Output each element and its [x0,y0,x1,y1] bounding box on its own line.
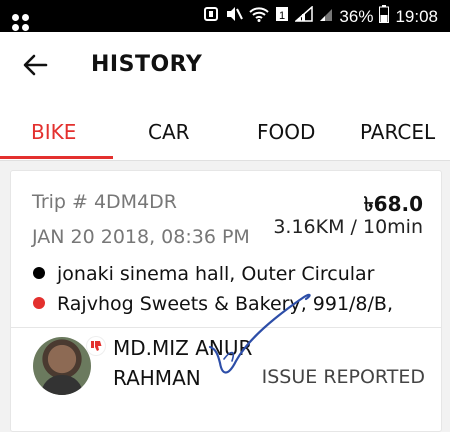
back-arrow-icon[interactable] [20,50,50,80]
signal-icon-2 [319,6,333,27]
apps-grid-icon [12,6,29,31]
tab-parcel[interactable]: PARCEL [360,120,435,144]
thumbs-down-icon [87,337,105,355]
wifi-icon [249,6,270,27]
tab-bike[interactable]: BIKE [31,120,76,144]
page-title: HISTORY [91,52,203,77]
tab-car[interactable]: CAR [148,120,190,144]
dropoff-dot-icon [33,296,45,309]
mute-icon [225,6,244,27]
tab-food[interactable]: FOOD [257,120,315,144]
app-bar: HISTORY [0,32,450,98]
battery-percent: 36% [339,6,374,26]
category-tabs: BIKE CAR FOOD PARCEL [0,98,450,161]
trip-id: Trip # 4DM4DR [32,191,177,213]
status-bar: 1 36% 19:08 [0,0,450,32]
signal-icon-1 [294,5,314,27]
pickup-dot-icon [33,266,45,279]
clock: 19:08 [395,6,438,26]
svg-text:1: 1 [279,10,285,22]
pickup-location: jonaki sinema hall, Outer Circular [33,263,374,285]
trip-date: JAN 20 2018, 08:36 PM [32,226,250,248]
trip-card[interactable]: Trip # 4DM4DR JAN 20 2018, 08:36 PM ৳68.… [10,170,442,432]
active-tab-indicator [0,156,113,159]
trip-distance-time: 3.16KM / 10min [273,216,423,238]
sim-icon: 1 [275,6,289,27]
pickup-text: jonaki sinema hall, Outer Circular [57,263,375,285]
battery-icon [379,5,390,28]
driver-avatar [33,337,91,395]
nfc-icon [203,6,219,27]
status-issue-reported: ISSUE REPORTED [261,366,425,388]
